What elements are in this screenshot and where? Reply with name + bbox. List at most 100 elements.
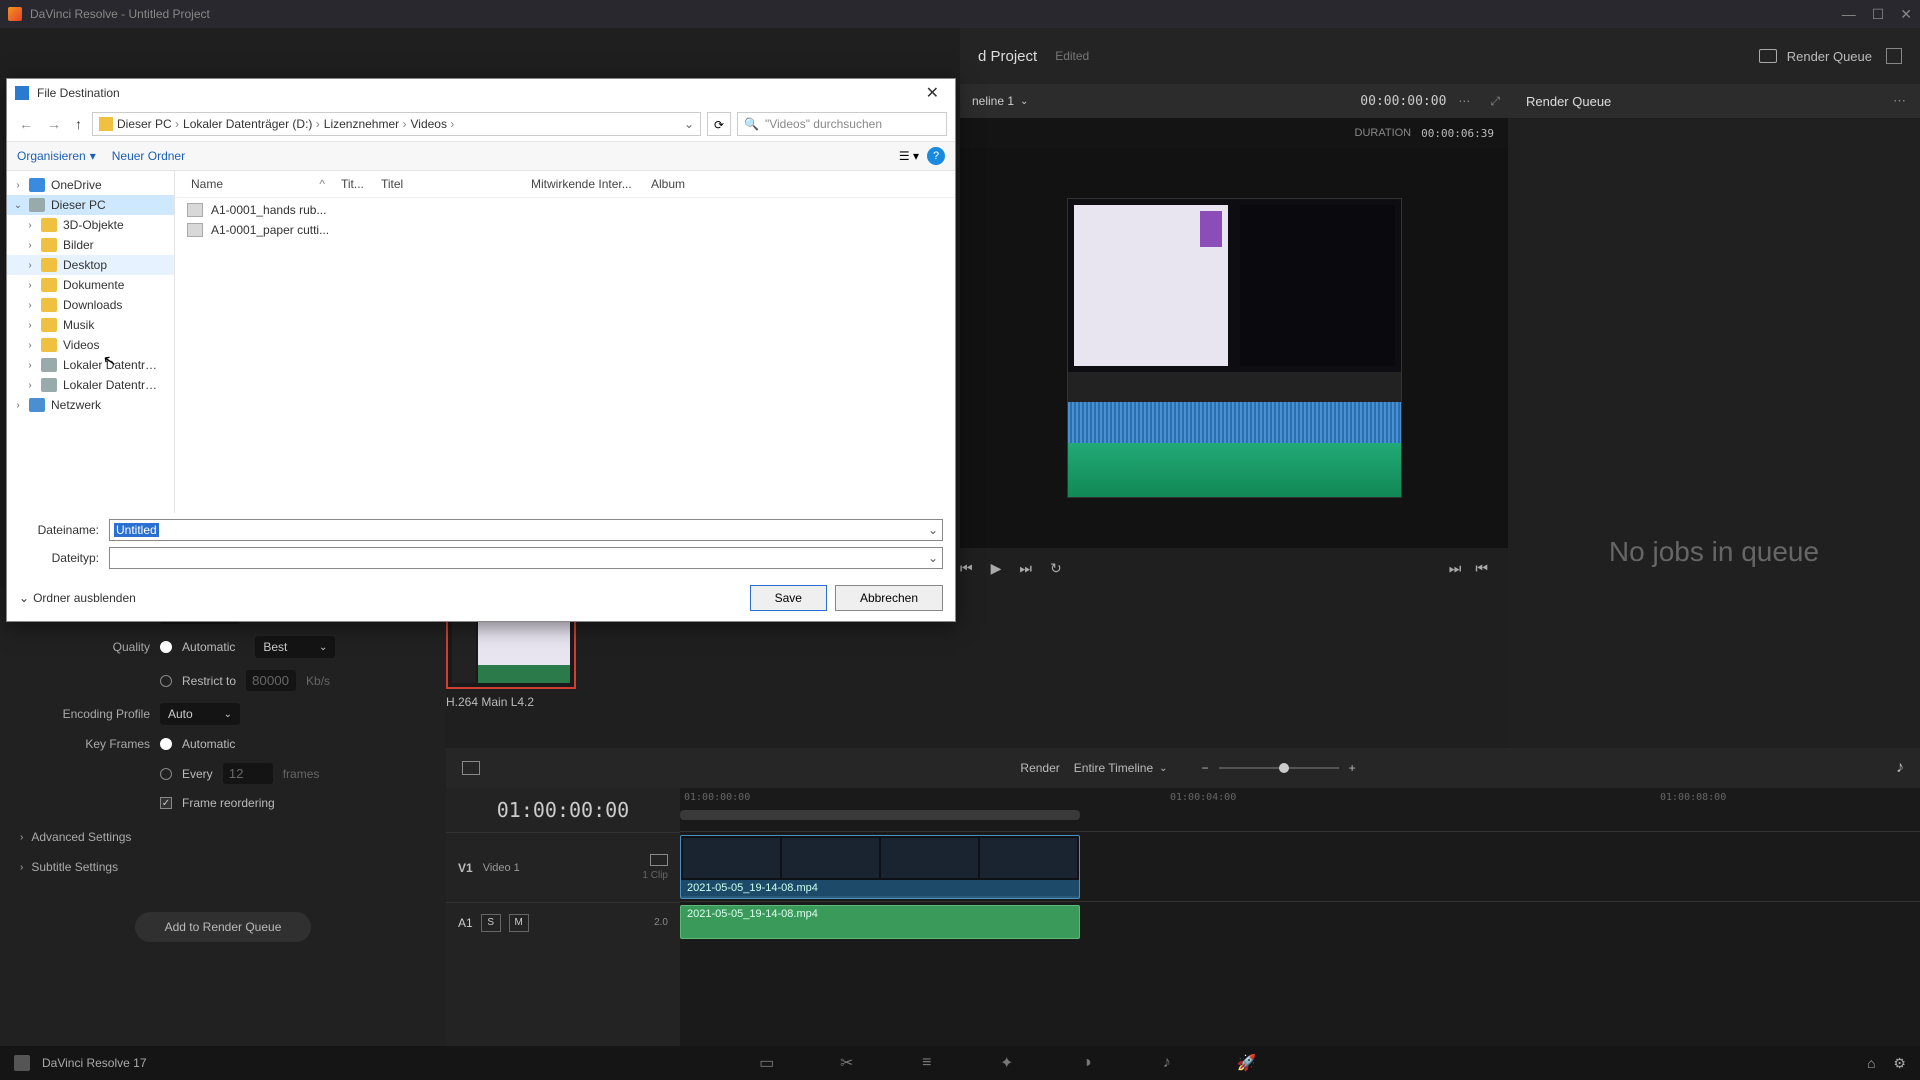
zoom-slider[interactable] [1219,767,1339,769]
popout-button[interactable] [1886,48,1902,64]
new-folder-button[interactable]: Neuer Ordner [112,149,185,163]
prev-button[interactable]: ⏮ [960,560,973,577]
timeline-tracks[interactable]: 01:00:00:00 01:00:04:00 01:00:08:00 2021… [680,788,1920,1046]
folder-tree[interactable]: ›OneDrive⌄Dieser PC›3D-Objekte›Bilder›De… [7,171,175,513]
filename-input[interactable]: Untitled ⌄ [109,519,943,541]
tree-node[interactable]: ›Desktop [7,255,174,275]
viewer-popout[interactable]: ⤢ [1490,94,1500,109]
go-end-button[interactable]: ⏭ [1449,560,1462,577]
col-titel[interactable]: Titel [373,175,523,193]
file-row[interactable]: A1-0001_paper cutti... [175,220,955,240]
col-tit[interactable]: Tit... [333,175,373,193]
next-button[interactable]: ⏭ [1019,560,1032,577]
render-scope-select[interactable]: Entire Timeline ⌄ [1074,761,1168,775]
fairlight-page-tab[interactable]: ♪ [1157,1053,1177,1073]
file-list[interactable]: Name^ Tit... Titel Mitwirkende Inter... … [175,171,955,513]
path-segment[interactable]: Videos [410,117,454,131]
tree-node[interactable]: ›Lokaler Datentr… [7,375,174,395]
clip-thumbnail[interactable] [446,615,576,689]
column-headers[interactable]: Name^ Tit... Titel Mitwirkende Inter... … [175,171,955,198]
kf-auto-radio[interactable] [160,738,172,750]
add-to-render-queue-button[interactable]: Add to Render Queue [135,912,312,942]
col-alb[interactable]: Album [643,175,947,193]
audio-track[interactable]: 2021-05-05_19-14-08.mp4 [680,902,1920,942]
kf-every-input[interactable] [223,763,273,784]
dialog-close-button[interactable]: ✕ [918,83,947,103]
path-breadcrumb[interactable]: Dieser PC Lokaler Datenträger (D:) Lizen… [92,112,701,136]
kf-every-radio[interactable] [160,768,172,780]
path-dropdown[interactable]: ⌄ [684,117,694,131]
color-page-tab[interactable]: ◑ [1077,1053,1097,1073]
view-mode-button[interactable]: ☰ ▾ [899,149,919,163]
home-button[interactable]: ⌂ [1867,1055,1875,1071]
timeline-ruler[interactable]: 01:00:00:00 01:00:04:00 01:00:08:00 [680,788,1920,832]
track-thumb-icon[interactable] [650,854,668,866]
close-button[interactable]: ✕ [1900,6,1912,23]
search-field[interactable]: 🔍 "Videos" durchsuchen [737,112,947,136]
video-clip[interactable]: 2021-05-05_19-14-08.mp4 [680,835,1080,899]
save-button[interactable]: Save [750,585,827,611]
filetype-select[interactable]: ⌄ [109,547,943,569]
minimize-button[interactable]: — [1842,6,1856,23]
file-row[interactable]: A1-0001_hands rub... [175,200,955,220]
nav-forward-button[interactable]: → [43,116,65,132]
thumbnail-view-icon[interactable] [462,761,480,775]
project-settings-button[interactable]: ⚙ [1893,1055,1906,1072]
audio-clip[interactable]: 2021-05-05_19-14-08.mp4 [680,905,1080,939]
tree-node[interactable]: ›Downloads [7,295,174,315]
video-track-header[interactable]: V1 Video 1 1 Clip [446,832,680,902]
in-out-range[interactable] [680,810,1080,820]
path-segment[interactable]: Dieser PC [117,117,179,131]
tree-node[interactable]: ›Videos [7,335,174,355]
tree-node[interactable]: ›3D-Objekte [7,215,174,235]
advanced-settings-toggle[interactable]: ›Advanced Settings [20,822,426,852]
cancel-button[interactable]: Abbrechen [835,585,943,611]
render-queue-menu[interactable]: ⋯ [1893,93,1906,109]
viewer-menu-button[interactable]: ⋯ [1458,94,1470,108]
timeline-timecode[interactable]: 01:00:00:00 [446,788,680,832]
tree-node[interactable]: ›Dokumente [7,275,174,295]
encoding-select[interactable]: Auto⌄ [160,703,240,725]
zoom-out-button[interactable]: − [1202,761,1209,775]
hide-folders-toggle[interactable]: ⌄Ordner ausblenden [19,591,136,605]
video-track[interactable]: 2021-05-05_19-14-08.mp4 [680,832,1920,902]
fusion-page-tab[interactable]: ✦ [997,1053,1017,1073]
viewer-timecode[interactable]: 00:00:00:00 [1360,94,1446,109]
filename-dropdown[interactable]: ⌄ [928,523,938,537]
render-queue-toggle[interactable]: Render Queue [1759,49,1872,64]
zoom-in-button[interactable]: + [1349,761,1356,775]
nav-back-button[interactable]: ← [15,116,37,132]
col-mit[interactable]: Mitwirkende Inter... [523,175,643,193]
tree-node[interactable]: ›Bilder [7,235,174,255]
tree-node[interactable]: ›Musik [7,315,174,335]
edit-page-tab[interactable]: ≡ [917,1053,937,1073]
timeline-selector[interactable]: neline 1 ⌄ [960,94,1040,108]
mute-button[interactable]: M [509,914,529,932]
tree-node[interactable]: ›Lokaler Datentr… [7,355,174,375]
restrict-radio[interactable] [160,675,172,687]
path-segment[interactable]: Lokaler Datenträger (D:) [183,117,320,131]
subtitle-settings-toggle[interactable]: ›Subtitle Settings [20,852,426,882]
loop-button[interactable]: ↻ [1050,560,1062,577]
audio-track-header[interactable]: A1 S M 2.0 [446,902,680,942]
solo-button[interactable]: S [481,914,501,932]
restrict-input[interactable] [246,670,296,691]
audio-icon[interactable]: ♪ [1896,759,1904,777]
quality-auto-radio[interactable] [160,641,172,653]
tree-node[interactable]: ›OneDrive [7,175,174,195]
refresh-button[interactable]: ⟳ [707,112,731,136]
reorder-checkbox[interactable]: ✓ [160,797,172,809]
tree-node[interactable]: ⌄Dieser PC [7,195,174,215]
go-start-button[interactable]: ⏮ [1475,560,1488,577]
deliver-page-tab[interactable]: 🚀 [1237,1053,1257,1073]
path-segment[interactable]: Lizenznehmer [324,117,407,131]
organize-menu[interactable]: Organisieren▾ [17,149,96,163]
quality-best-select[interactable]: Best⌄ [255,636,335,658]
media-page-tab[interactable]: ▭ [757,1053,777,1073]
cut-page-tab[interactable]: ✂ [837,1053,857,1073]
nav-up-button[interactable]: ↑ [71,116,86,132]
maximize-button[interactable]: ☐ [1872,6,1885,23]
col-name[interactable]: Name^ [183,175,333,193]
play-button[interactable]: ▶ [991,560,1002,577]
viewer[interactable] [960,148,1508,548]
